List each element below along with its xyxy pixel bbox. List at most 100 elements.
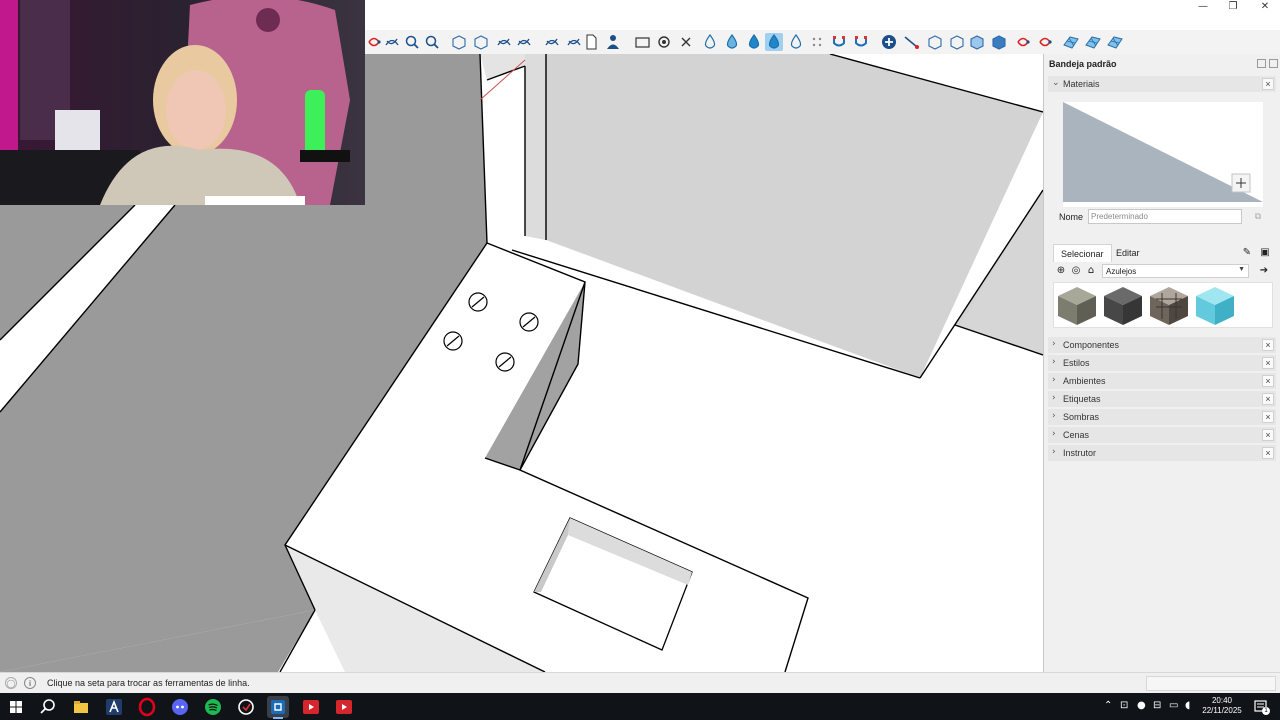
line-node-icon[interactable] — [902, 33, 920, 51]
spotify-icon[interactable] — [202, 696, 224, 718]
tray-close-icon[interactable] — [1269, 59, 1278, 68]
box-solid-icon[interactable] — [990, 33, 1008, 51]
drop-half-icon[interactable] — [723, 33, 741, 51]
panel-cenas[interactable]: › Cenas × — [1048, 427, 1276, 443]
box-outline-icon[interactable] — [926, 33, 944, 51]
printer-icon[interactable]: ⊟ — [1153, 700, 1161, 712]
library-name: Azulejos — [1106, 267, 1137, 276]
erase-red-icon[interactable] — [365, 33, 383, 51]
drop-crossed-icon[interactable] — [787, 33, 805, 51]
panel-componentes[interactable]: › Componentes × — [1048, 337, 1276, 353]
sandbox-from-scratch-icon[interactable] — [472, 33, 490, 51]
home-icon[interactable]: ⌂ — [1085, 265, 1097, 277]
close-icon[interactable]: × — [1262, 78, 1274, 90]
magnet-active-icon[interactable] — [852, 33, 870, 51]
follow-me-icon[interactable] — [383, 33, 401, 51]
tab-selecionar[interactable]: Selecionar — [1053, 244, 1112, 262]
panel-ambientes[interactable]: › Ambientes × — [1048, 373, 1276, 389]
panel-materiais[interactable]: ⌄ Materiais × — [1048, 76, 1276, 92]
grid-blue-icon[interactable] — [1062, 33, 1080, 51]
app-circle-icon[interactable] — [235, 696, 257, 718]
microphone-icon[interactable]: ● — [1137, 700, 1146, 712]
copy-icon[interactable]: ⧉ — [1252, 210, 1264, 222]
stamp-icon[interactable] — [515, 33, 533, 51]
new-file-icon[interactable] — [582, 33, 600, 51]
app-a-icon[interactable] — [103, 696, 125, 718]
windows-taskbar: ⌃ ⊡ ● ⊟ ▭ ◖ 20:40 22/11/2025 1 — [0, 693, 1280, 720]
lock-icon[interactable]: ▣ — [1259, 247, 1271, 259]
chevron-right-icon: › — [1052, 393, 1056, 403]
tab-editar[interactable]: Editar — [1109, 244, 1147, 262]
close-icon[interactable]: × — [1262, 411, 1274, 423]
magnet-icon[interactable] — [830, 33, 848, 51]
door-opening — [487, 66, 525, 250]
in-model-icon[interactable]: ◎ — [1070, 265, 1082, 277]
measurements-box[interactable] — [1146, 676, 1276, 691]
swatch-tile-2[interactable] — [1102, 285, 1144, 327]
gear-icon[interactable] — [655, 33, 673, 51]
close-x-icon[interactable] — [677, 33, 695, 51]
search-icon[interactable] — [37, 696, 59, 718]
sandbox-from-contours-icon[interactable] — [450, 33, 468, 51]
discord-icon[interactable] — [169, 696, 191, 718]
eyedropper-icon[interactable]: ✎ — [1241, 247, 1253, 259]
details-arrow-icon[interactable]: ➔ — [1258, 265, 1270, 277]
material-name-field[interactable]: Predeterminado — [1088, 209, 1242, 224]
tray-pin-icon[interactable] — [1257, 59, 1266, 68]
materials-tabs: Selecionar Editar ✎ ▣ — [1053, 244, 1273, 262]
tray-expand-icon[interactable]: ⌃ — [1104, 700, 1112, 712]
grid-blue-3-icon[interactable] — [1106, 33, 1124, 51]
box-filled-icon[interactable] — [968, 33, 986, 51]
rotate-red-icon[interactable] — [1036, 33, 1054, 51]
drop-active-icon[interactable] — [765, 33, 783, 51]
app-red-2-icon[interactable] — [333, 696, 355, 718]
dots-icon[interactable] — [808, 33, 826, 51]
add-material-icon[interactable]: ⊕ — [1055, 265, 1067, 277]
close-icon[interactable]: × — [1262, 393, 1274, 405]
swatch-tile-1[interactable] — [1056, 285, 1098, 327]
panel-instrutor[interactable]: › Instrutor × — [1048, 445, 1276, 461]
swatch-tile-4[interactable] — [1194, 285, 1236, 327]
close-icon[interactable]: × — [1262, 429, 1274, 441]
file-explorer-icon[interactable] — [70, 696, 92, 718]
maximize-button[interactable]: ❐ — [1218, 0, 1248, 16]
box-cloud-icon[interactable] — [948, 33, 966, 51]
swatch-tile-3[interactable] — [1148, 285, 1190, 327]
status-message: Clique na seta para trocar as ferramenta… — [47, 678, 250, 688]
close-icon[interactable]: × — [1262, 375, 1274, 387]
volume-icon[interactable]: ◖ — [1185, 700, 1190, 712]
panel-estilos[interactable]: › Estilos × — [1048, 355, 1276, 371]
axis-red-icon[interactable] — [1014, 33, 1032, 51]
network-icon[interactable]: ▭ — [1169, 700, 1178, 712]
person-icon[interactable] — [604, 33, 622, 51]
walk-icon[interactable] — [565, 33, 583, 51]
drop-outline-icon[interactable] — [701, 33, 719, 51]
close-icon[interactable]: × — [1262, 447, 1274, 459]
minimize-button[interactable]: — — [1188, 0, 1218, 16]
sketchup-icon[interactable] — [267, 696, 289, 719]
library-dropdown[interactable]: Azulejos ▼ — [1102, 264, 1249, 278]
network-device-icon[interactable]: ⊡ — [1120, 700, 1128, 712]
panel-sombras[interactable]: › Sombras × — [1048, 409, 1276, 425]
drop-full-icon[interactable] — [745, 33, 763, 51]
add-point-icon[interactable] — [880, 33, 898, 51]
system-clock[interactable]: 20:40 22/11/2025 — [1200, 696, 1244, 716]
info-icon[interactable]: i — [24, 677, 36, 689]
panel-etiquetas[interactable]: › Etiquetas × — [1048, 391, 1276, 407]
chevron-down-icon: ⌄ — [1052, 78, 1060, 88]
zoom-icon[interactable] — [403, 33, 421, 51]
close-icon[interactable]: × — [1262, 339, 1274, 351]
opera-icon[interactable] — [136, 696, 158, 718]
section-plane-icon[interactable] — [633, 33, 651, 51]
zoom-extents-icon[interactable] — [423, 33, 441, 51]
grid-blue-2-icon[interactable] — [1084, 33, 1102, 51]
panel-label: Materiais — [1063, 79, 1100, 89]
close-button[interactable]: ✕ — [1250, 0, 1280, 16]
material-preview — [1063, 102, 1263, 207]
app-red-1-icon[interactable] — [300, 696, 322, 718]
close-icon[interactable]: × — [1262, 357, 1274, 369]
smoove-icon[interactable] — [495, 33, 513, 51]
drape-icon[interactable] — [543, 33, 561, 51]
geo-location-icon[interactable]: ◯ — [5, 677, 17, 689]
start-button[interactable] — [5, 696, 27, 718]
